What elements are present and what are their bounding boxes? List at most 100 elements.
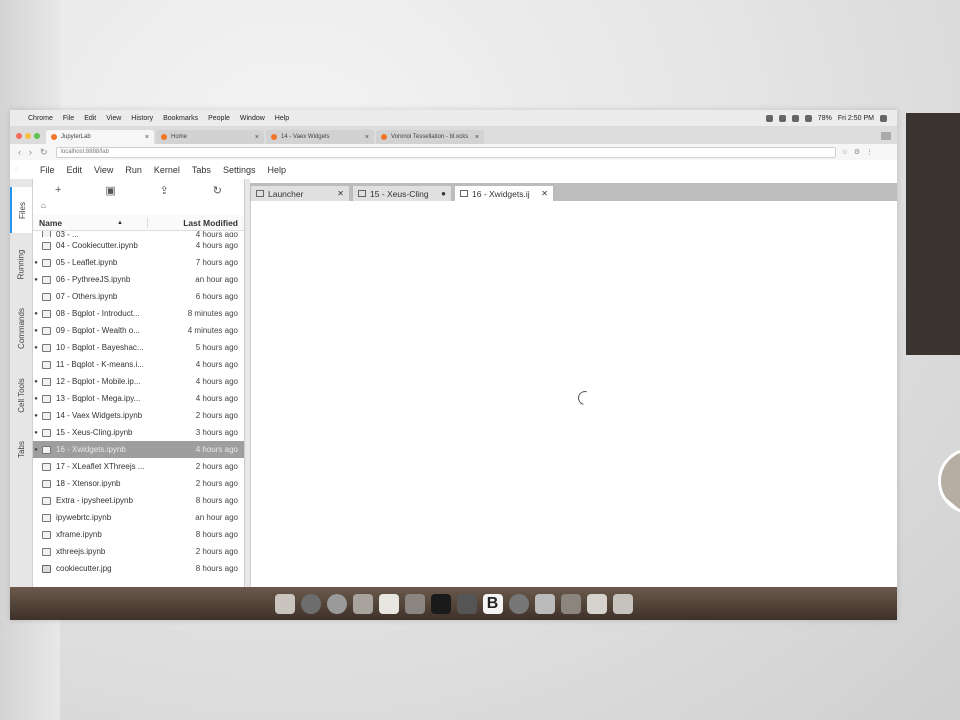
sidebar-tab-cell-tools[interactable]: Cell Tools (12, 367, 30, 423)
preview-icon[interactable] (534, 593, 555, 614)
maximize-window-icon[interactable] (34, 133, 40, 139)
tab-xwidgets[interactable]: 16 - Xwidgets.ij ✕ (454, 185, 554, 201)
menu-run[interactable]: Run (125, 165, 142, 175)
upload-icon[interactable]: ⇪ (160, 184, 169, 197)
file-row[interactable]: 07 - Others.ipynb 6 hours ago (33, 288, 244, 305)
new-folder-icon[interactable]: ▣ (105, 184, 115, 197)
menu-view[interactable]: View (94, 165, 113, 175)
reload-icon[interactable]: ↻ (40, 147, 48, 158)
tab-xeus-cling[interactable]: 15 - Xeus-Cling ● (352, 185, 452, 201)
refresh-icon[interactable]: ↻ (213, 184, 222, 197)
forward-icon[interactable]: › (29, 147, 32, 157)
status-icon[interactable] (791, 114, 799, 122)
menu-kernel[interactable]: Kernel (154, 165, 180, 175)
file-row[interactable]: xthreejs.ipynb 2 hours ago (33, 543, 244, 560)
close-icon[interactable]: ✕ (337, 189, 344, 198)
wifi-icon[interactable] (804, 114, 812, 122)
mac-menu-help[interactable]: Help (275, 115, 289, 122)
notebook-icon (42, 496, 51, 505)
file-row[interactable]: ● 13 - Bqplot - Mega.ipy... 4 hours ago (33, 390, 244, 407)
file-row[interactable]: xframe.ipynb 8 hours ago (33, 526, 244, 543)
file-row[interactable]: 11 - Bqplot - K-means.i... 4 hours ago (33, 356, 244, 373)
menu-help[interactable]: Help (267, 165, 286, 175)
status-icon[interactable] (778, 114, 786, 122)
url-field[interactable]: localhost:8888/lab (55, 146, 836, 158)
unsaved-dot-icon[interactable]: ● (441, 189, 446, 198)
app-icon[interactable] (404, 593, 425, 614)
downloads-icon[interactable] (586, 593, 607, 614)
app-icon[interactable] (560, 593, 581, 614)
app-b-icon[interactable]: B (482, 593, 503, 614)
bookmark-star-icon[interactable]: ☆ (842, 148, 848, 156)
extension-icon[interactable]: ⚙ (854, 148, 860, 156)
sidebar-tab-commands[interactable]: Commands (12, 295, 30, 361)
file-row[interactable]: ipywebrtc.ipynb an hour ago (33, 509, 244, 526)
column-last-modified[interactable]: Last Modified (147, 217, 244, 228)
menu-edit[interactable]: Edit (67, 165, 83, 175)
finder-icon[interactable] (274, 593, 295, 614)
close-icon[interactable]: ✕ (541, 189, 548, 198)
mac-menu-view[interactable]: View (106, 115, 121, 122)
menu-icon[interactable]: ⋮ (866, 148, 873, 156)
file-row[interactable]: ● 14 - Vaex Widgets.ipynb 2 hours ago (33, 407, 244, 424)
safari-icon[interactable] (326, 593, 347, 614)
file-row[interactable]: 17 - XLeaflet XThreejs ... 2 hours ago (33, 458, 244, 475)
tab-launcher[interactable]: Launcher ✕ (250, 185, 350, 201)
menu-settings[interactable]: Settings (223, 165, 256, 175)
file-modified: 8 hours ago (195, 564, 238, 573)
app-icon[interactable] (352, 593, 373, 614)
status-icon[interactable] (765, 114, 773, 122)
close-window-icon[interactable] (16, 133, 22, 139)
sort-ascending-icon[interactable]: ▲ (117, 220, 147, 226)
settings-icon[interactable] (508, 593, 529, 614)
file-row[interactable]: ● 09 - Bqplot - Wealth o... 4 minutes ago (33, 322, 244, 339)
column-name[interactable]: Name (33, 218, 117, 228)
search-icon[interactable] (880, 114, 887, 122)
file-row[interactable]: Extra - ipysheet.ipynb 8 hours ago (33, 492, 244, 509)
new-launcher-icon[interactable]: + (55, 184, 61, 196)
app-icon[interactable] (456, 593, 477, 614)
menu-tabs[interactable]: Tabs (192, 165, 211, 175)
mac-menu-file[interactable]: File (63, 115, 74, 122)
notes-icon[interactable] (378, 593, 399, 614)
close-tab-icon[interactable]: × (255, 134, 259, 141)
battery-percent[interactable]: 78% (818, 115, 832, 122)
close-tab-icon[interactable]: × (145, 134, 149, 141)
terminal-icon[interactable] (430, 593, 451, 614)
file-row[interactable]: ● 05 - Leaflet.ipynb 7 hours ago (33, 254, 244, 271)
file-row[interactable]: 18 - Xtensor.ipynb 2 hours ago (33, 475, 244, 492)
browser-tab[interactable]: Home × (156, 130, 264, 144)
file-row[interactable]: ● 12 - Bqplot - Mobile.ip... 4 hours ago (33, 373, 244, 390)
mac-menu-chrome[interactable]: Chrome (28, 115, 53, 122)
browser-tab[interactable]: Voronoi Tessellation - bl.ocks × (376, 130, 484, 144)
mac-menu-window[interactable]: Window (240, 115, 265, 122)
trash-icon[interactable] (612, 593, 633, 614)
close-tab-icon[interactable]: × (365, 134, 369, 141)
mac-menu-bookmarks[interactable]: Bookmarks (163, 115, 198, 122)
sidebar-tab-tabs[interactable]: Tabs (12, 429, 30, 469)
home-icon[interactable]: ⌂ (41, 201, 46, 210)
back-icon[interactable]: ‹ (18, 147, 21, 157)
mac-menu-edit[interactable]: Edit (84, 115, 96, 122)
sidebar-tab-running[interactable]: Running (12, 239, 30, 289)
sidebar-tab-files[interactable]: Files (10, 187, 32, 233)
close-tab-icon[interactable]: × (475, 134, 479, 141)
mac-menu-history[interactable]: History (131, 115, 153, 122)
file-row[interactable]: ● 08 - Bqplot - Introduct... 8 minutes ago (33, 305, 244, 322)
launchpad-icon[interactable] (300, 593, 321, 614)
file-row[interactable]: cookiecutter.jpg 8 hours ago (33, 560, 244, 577)
file-row[interactable]: 04 - Cookiecutter.ipynb 4 hours ago (33, 237, 244, 254)
browser-tab[interactable]: 14 - Vaex Widgets × (266, 130, 374, 144)
menu-file[interactable]: File (40, 165, 55, 175)
file-name: 06 - PythreeJS.ipynb (56, 275, 131, 284)
jupyter-favicon-icon (51, 134, 57, 140)
file-row[interactable]: ● 10 - Bqplot - Bayeshac... 5 hours ago (33, 339, 244, 356)
file-row[interactable]: ● 15 - Xeus-Cling.ipynb 3 hours ago (33, 424, 244, 441)
mac-menu-people[interactable]: People (208, 115, 230, 122)
minimize-window-icon[interactable] (25, 133, 31, 139)
clock[interactable]: Fri 2:50 PM (838, 115, 874, 122)
browser-tab[interactable]: JupyterLab × (46, 130, 154, 144)
file-row[interactable]: ● 06 - PythreeJS.ipynb an hour ago (33, 271, 244, 288)
file-row[interactable]: ● 16 - Xwidgets.ipynb 4 hours ago (33, 441, 244, 458)
profile-icon[interactable] (881, 132, 891, 140)
